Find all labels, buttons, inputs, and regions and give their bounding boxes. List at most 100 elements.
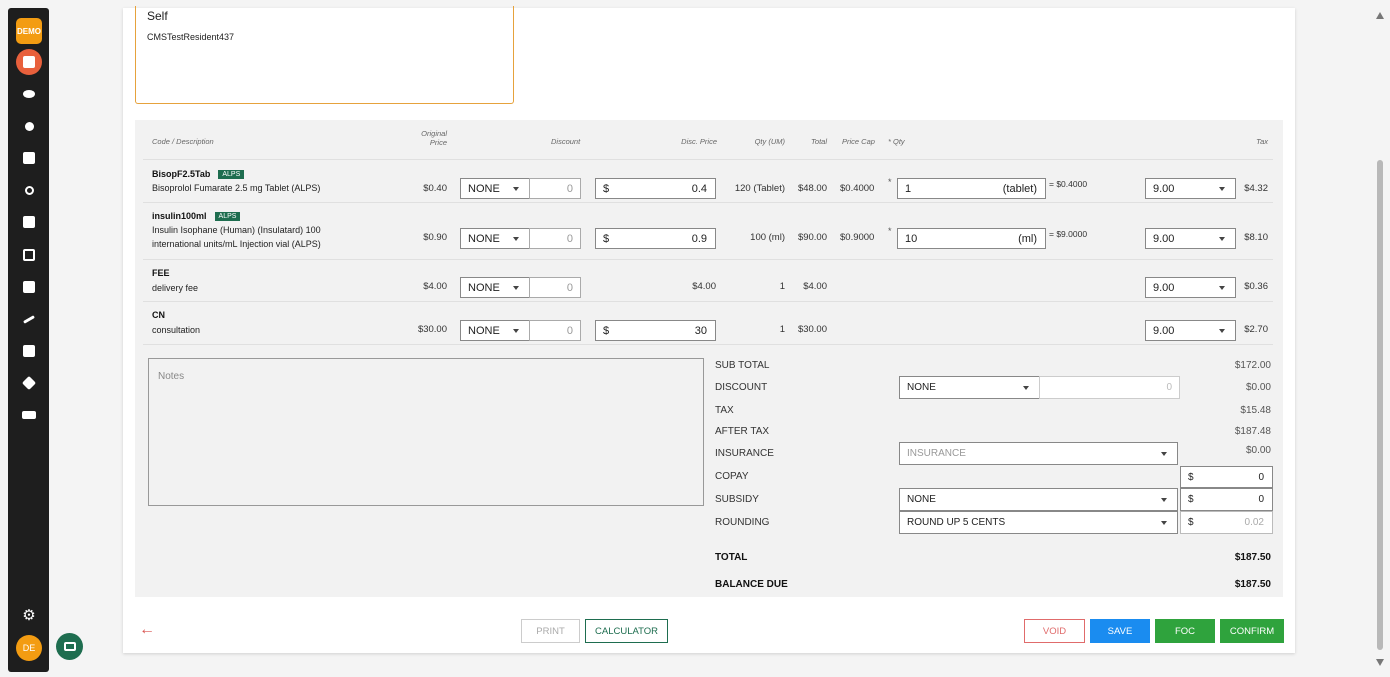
qty-uom: 120 (Tablet) <box>734 183 785 194</box>
rounding-select[interactable]: ROUND UP 5 CENTS <box>899 511 1178 534</box>
discount-value: $0.00 <box>1245 382 1271 393</box>
calculator-button[interactable]: CALCULATOR <box>585 619 668 643</box>
tax-rate-select[interactable]: 9.00 <box>1145 228 1236 249</box>
subsidy-input[interactable]: $0 <box>1180 488 1273 511</box>
line-total: $4.00 <box>803 281 827 292</box>
patient-name: Self <box>147 9 168 23</box>
disc-price-input[interactable]: $0.9 <box>595 228 716 249</box>
line-tax: $8.10 <box>1244 232 1268 243</box>
chevron-down-icon <box>513 285 519 290</box>
subtotal-label: SUB TOTAL <box>715 360 770 371</box>
store-icon[interactable] <box>16 274 42 300</box>
chevron-down-icon <box>513 236 519 241</box>
disc-price-input[interactable]: $0.4 <box>595 178 716 199</box>
cap-result: = $0.4000 <box>1049 179 1088 189</box>
total-label: TOTAL <box>715 552 748 563</box>
page-scrollbar[interactable] <box>1374 8 1386 668</box>
discount-value-input[interactable]: 0 <box>529 178 581 199</box>
chevron-down-icon <box>1023 385 1029 390</box>
card-icon <box>63 642 76 651</box>
tax-rate-select[interactable]: 9.00 <box>1145 178 1236 199</box>
void-button[interactable]: VOID <box>1024 619 1085 643</box>
chevron-down-icon <box>1219 236 1225 241</box>
cap-qty-input[interactable]: 10 (ml) <box>897 228 1046 249</box>
avatar[interactable]: DE <box>16 635 42 661</box>
chevron-down-icon <box>1161 451 1167 456</box>
insurance-label: INSURANCE <box>715 448 774 459</box>
group-icon[interactable] <box>16 81 42 107</box>
line-total: $48.00 <box>797 183 827 194</box>
item-code: insulin100ml ALPS <box>152 211 241 221</box>
summary-discount-input[interactable]: 0 <box>1039 376 1180 399</box>
resident-name: CMSTestResident437 <box>147 32 235 42</box>
header-qty: * Qty <box>888 137 905 146</box>
truck-icon[interactable] <box>16 402 42 428</box>
chevron-down-icon <box>1161 497 1167 502</box>
qty-uom: 100 (ml) <box>750 232 785 243</box>
chevron-down-icon <box>1219 285 1225 290</box>
qty-uom: 1 <box>779 281 785 292</box>
discount-value-input[interactable]: 0 <box>529 320 581 341</box>
invoice-card: Self CMSTestResident437 Code / Descripti… <box>123 6 1295 653</box>
print-button[interactable]: PRINT <box>521 619 580 643</box>
discount-type-select[interactable]: NONE <box>460 178 530 199</box>
header-tax: Tax <box>1256 137 1268 146</box>
foc-button[interactable]: FOC <box>1155 619 1215 643</box>
search-icon[interactable] <box>16 177 42 203</box>
discount-value-input[interactable]: 0 <box>529 277 581 298</box>
total-value: $187.50 <box>1234 552 1271 563</box>
insurance-select[interactable]: INSURANCE <box>899 442 1178 465</box>
tax-rate-select[interactable]: 9.00 <box>1145 277 1236 298</box>
payment-card-button[interactable] <box>56 633 83 660</box>
qty-uom: 1 <box>779 324 785 335</box>
notes-textarea[interactable]: Notes <box>148 358 704 506</box>
disc-price-input[interactable]: $30 <box>595 320 716 341</box>
gear-icon[interactable]: ⚙ <box>16 602 42 628</box>
discount-label: DISCOUNT <box>715 382 768 393</box>
summary-discount-select[interactable]: NONE <box>899 376 1040 399</box>
patient-box: Self CMSTestResident437 <box>135 6 514 104</box>
line-total: $30.00 <box>797 324 827 335</box>
calendar-icon[interactable] <box>16 242 42 268</box>
tax-value: $15.48 <box>1240 405 1271 416</box>
arrow-left-icon[interactable]: ← <box>139 621 155 639</box>
person-icon[interactable] <box>16 113 42 139</box>
orig-price: $4.00 <box>423 281 447 292</box>
cap-qty-input[interactable]: 1 (tablet) <box>897 178 1046 199</box>
header-disc-price: Disc. Price <box>681 137 717 146</box>
chevron-down-icon <box>1219 328 1225 333</box>
copay-input[interactable]: $0 <box>1180 466 1273 488</box>
discount-value-input[interactable]: 0 <box>529 228 581 249</box>
item-desc: delivery fee <box>152 283 199 293</box>
scroll-up-arrow[interactable] <box>1376 12 1384 19</box>
list-icon[interactable] <box>16 338 42 364</box>
subsidy-select[interactable]: NONE <box>899 488 1178 511</box>
line-tax: $2.70 <box>1244 324 1268 335</box>
tax-rate-select[interactable]: 9.00 <box>1145 320 1236 341</box>
dashboard-icon[interactable] <box>16 209 42 235</box>
scroll-thumb[interactable] <box>1377 160 1383 650</box>
chevron-down-icon <box>513 186 519 191</box>
discount-type-select[interactable]: NONE <box>460 320 530 341</box>
alps-badge: ALPS <box>218 170 245 179</box>
plus-box-icon[interactable] <box>16 145 42 171</box>
save-button[interactable]: SAVE <box>1090 619 1150 643</box>
discount-type-select[interactable]: NONE <box>460 277 530 298</box>
chart-icon[interactable] <box>16 306 42 332</box>
orig-price: $30.00 <box>417 324 447 335</box>
header-orig-price: Original Price <box>421 129 447 147</box>
confirm-button[interactable]: CONFIRM <box>1220 619 1284 643</box>
copay-label: COPAY <box>715 471 749 482</box>
header-price-cap: Price Cap <box>842 137 875 146</box>
cap-result: = $9.0000 <box>1049 229 1088 239</box>
map-icon[interactable] <box>16 49 42 75</box>
network-icon[interactable] <box>16 370 42 396</box>
disc-price: $4.00 <box>692 281 716 292</box>
rounding-input[interactable]: $0.02 <box>1180 511 1273 534</box>
scroll-down-arrow[interactable] <box>1376 659 1384 666</box>
demo-badge[interactable]: DEMO <box>16 18 42 44</box>
item-code: BisopF2.5Tab ALPS <box>152 169 245 179</box>
discount-type-select[interactable]: NONE <box>460 228 530 249</box>
balance-due-value: $187.50 <box>1234 579 1271 590</box>
after-tax-label: AFTER TAX <box>715 426 770 437</box>
